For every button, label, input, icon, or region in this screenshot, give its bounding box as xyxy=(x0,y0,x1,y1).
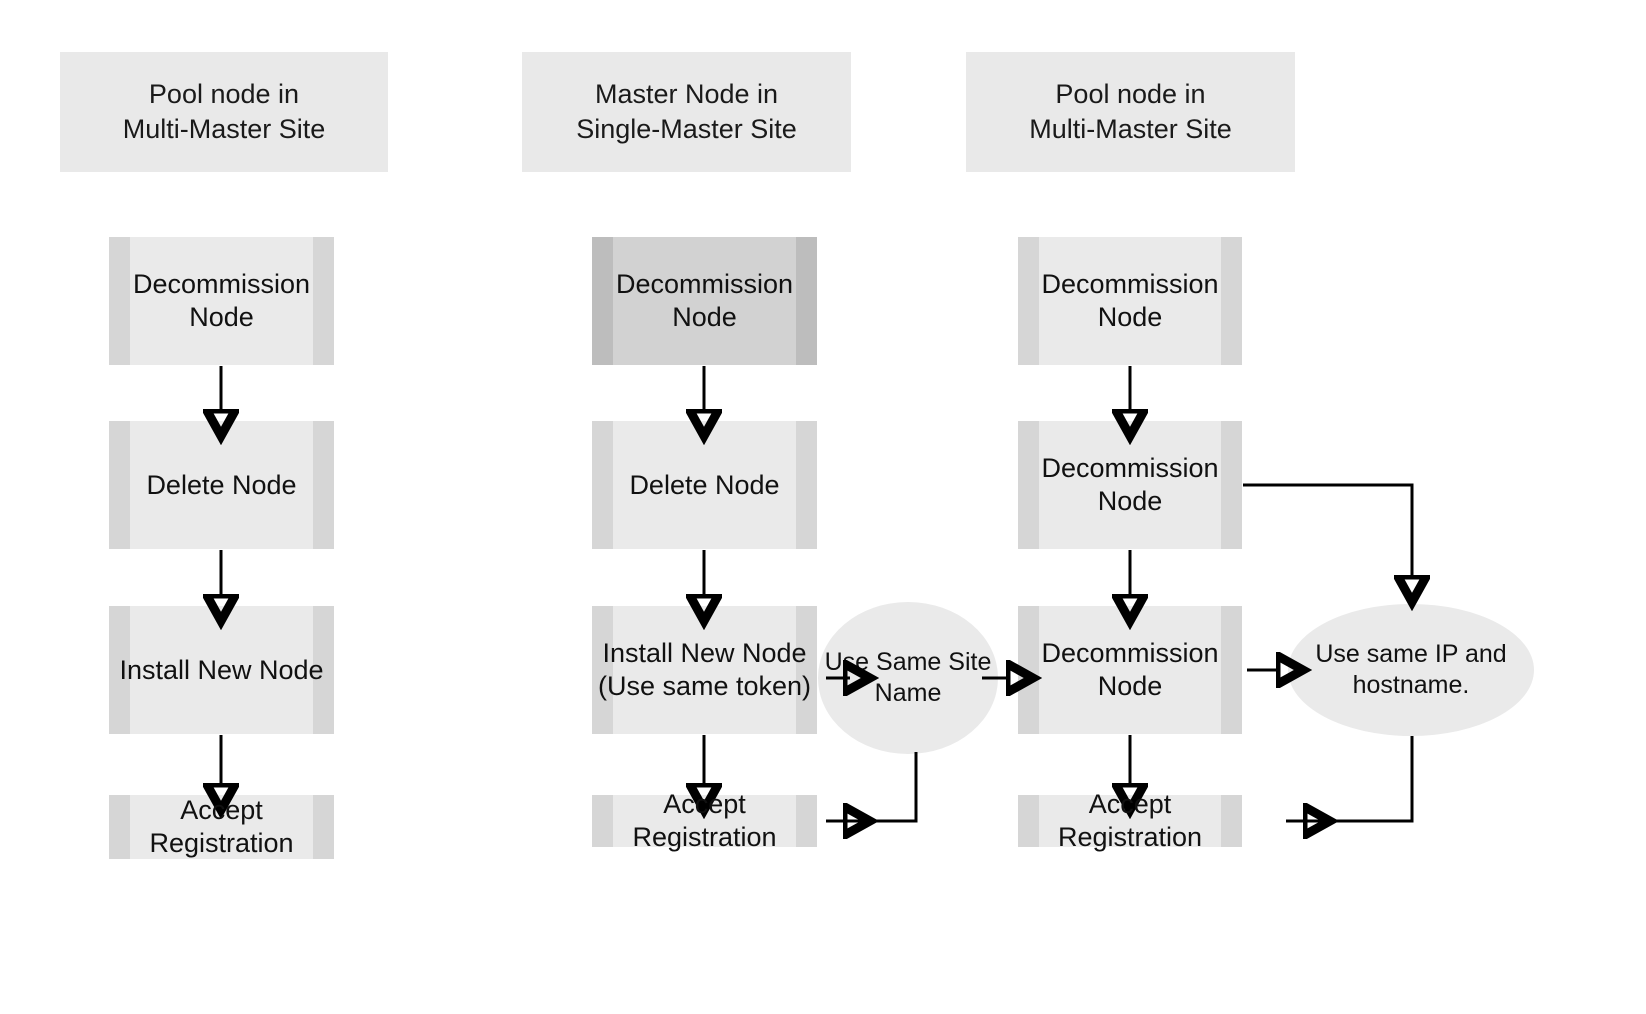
process-box-install-new-node[interactable]: Install New Node xyxy=(109,606,334,734)
process-box-install-new-node-same-token[interactable]: Install New Node (Use same token) xyxy=(592,606,817,734)
column-header-pool-multi-left: Pool node in Multi-Master Site xyxy=(60,52,388,172)
process-box-label: Accept Registration xyxy=(149,795,294,858)
process-box-decommission-node-2[interactable]: Decommission Node xyxy=(1018,421,1242,549)
note-ellipse-use-same-ip-and-hostname[interactable]: Use same IP and hostname. xyxy=(1288,604,1534,736)
process-box-label: Decommission Node xyxy=(615,269,794,332)
process-box-label: Accept Registration xyxy=(632,789,777,852)
process-box-delete-node[interactable]: Delete Node xyxy=(109,421,334,549)
process-box-label: Install New Node (Use same token) xyxy=(597,638,812,701)
arrow-decommission-node-to-ip-hostname-note xyxy=(1243,483,1412,578)
arrow-site-name-to-accept-registration xyxy=(826,752,918,821)
process-box-accept-registration[interactable]: Accept Registration xyxy=(1018,789,1242,852)
note-label: Use Same Site Name xyxy=(824,647,992,708)
process-box-label: Decommission Node xyxy=(1041,453,1219,516)
process-box-decommission-node[interactable]: Decommission Node xyxy=(109,237,334,365)
column-header-label: Pool node in Multi-Master Site xyxy=(122,78,326,144)
process-box-label: Decommission Node xyxy=(132,269,311,332)
process-box-label: Delete Node xyxy=(629,469,780,500)
column-header-master-single: Master Node in Single-Master Site xyxy=(522,52,851,172)
process-box-decommission-node[interactable]: Decommission Node xyxy=(1018,237,1242,365)
process-box-label: Delete Node xyxy=(146,469,297,500)
arrow-ip-hostname-note-to-accept-registration xyxy=(1286,736,1414,821)
process-box-label: Accept Registration xyxy=(1057,789,1203,852)
note-ellipse-use-same-site-name[interactable]: Use Same Site Name xyxy=(818,602,998,754)
process-box-label: Decommission Node xyxy=(1041,269,1219,332)
process-box-accept-registration[interactable]: Accept Registration xyxy=(109,795,334,859)
process-box-decommission-node-3[interactable]: Decommission Node xyxy=(1018,606,1242,734)
column-header-label: Master Node in Single-Master Site xyxy=(576,78,797,144)
process-box-label: Install New Node xyxy=(119,654,324,685)
note-label: Use same IP and hostname. xyxy=(1315,639,1507,700)
diagram-canvas: Pool node in Multi-Master Site Master No… xyxy=(0,0,1646,1014)
process-box-decommission-node-highlighted[interactable]: Decommission Node xyxy=(592,237,817,365)
process-box-label: Decommission Node xyxy=(1041,638,1219,701)
process-box-accept-registration[interactable]: Accept Registration xyxy=(592,789,817,852)
process-box-delete-node[interactable]: Delete Node xyxy=(592,421,817,549)
column-header-label: Pool node in Multi-Master Site xyxy=(1029,78,1232,144)
column-header-pool-multi-right: Pool node in Multi-Master Site xyxy=(966,52,1295,172)
